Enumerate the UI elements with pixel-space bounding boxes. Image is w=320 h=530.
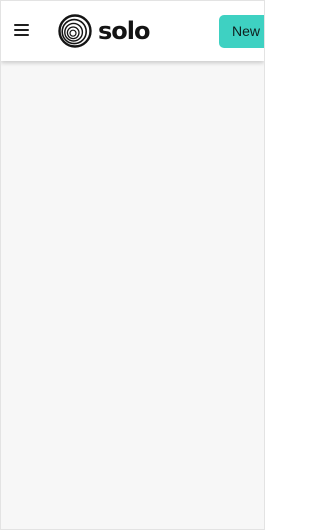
new-button[interactable]: New C	[219, 15, 264, 48]
hamburger-menu-icon[interactable]	[14, 23, 29, 37]
app-window: solo New C	[0, 0, 265, 530]
solo-spiral-logo-icon	[58, 14, 92, 48]
top-bar: solo New C	[1, 1, 264, 61]
main-content-area	[1, 61, 264, 529]
brand-name: solo	[98, 17, 150, 45]
brand-logo[interactable]: solo	[58, 14, 150, 48]
